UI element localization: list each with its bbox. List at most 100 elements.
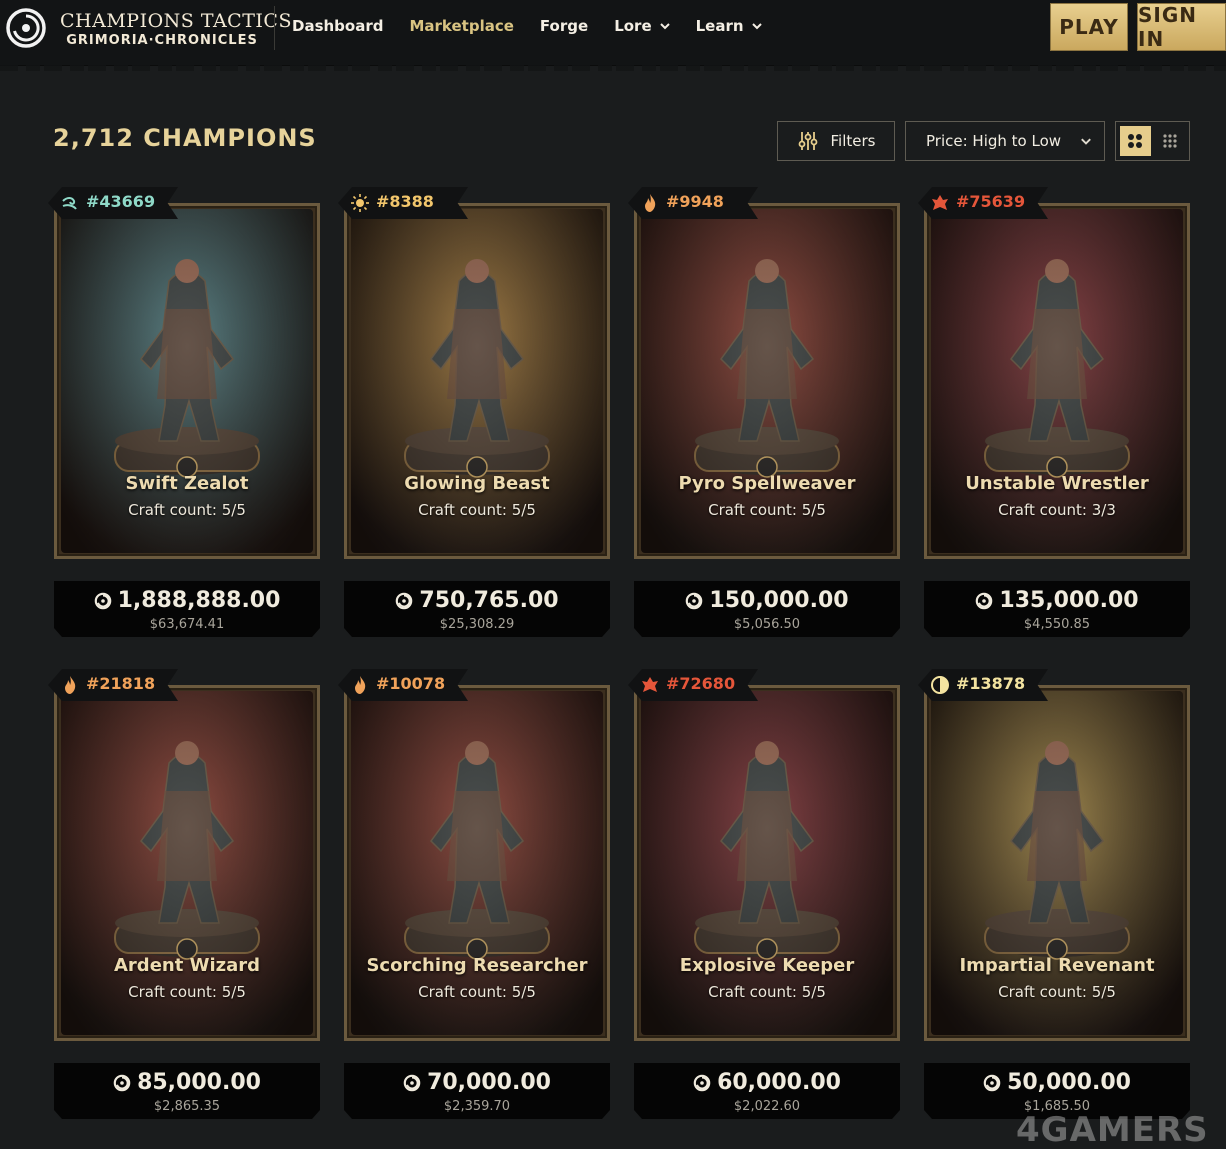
fire-element-icon [65, 676, 76, 694]
craft-count: Craft count: 3/3 [998, 501, 1116, 519]
ubisoft-token-icon [983, 1074, 1001, 1091]
nav-forge[interactable]: Forge [540, 17, 588, 35]
champion-card[interactable]: #9948 Pyro Spellweaver Craft count: 5/5 … [628, 187, 900, 637]
chaos-element-icon [932, 195, 948, 210]
chaos-element-icon [642, 677, 658, 692]
champion-name: Swift Zealot [125, 473, 249, 494]
price-box: 70,000.00 $2,359.70 [344, 1063, 610, 1119]
champion-name: Explosive Keeper [679, 955, 855, 976]
price-row: 150,000.00 [634, 588, 900, 613]
champion-card[interactable]: #13878 Impartial Revenant Craft count: 5… [918, 669, 1190, 1119]
ubisoft-token-icon [686, 592, 703, 609]
token-price: 750,765.00 [419, 588, 559, 613]
sign-in-button[interactable]: SIGN IN [1137, 3, 1226, 51]
nav-lore[interactable]: Lore [614, 17, 670, 35]
light-element-icon [351, 194, 369, 212]
balance-element-icon [931, 676, 949, 694]
champion-card[interactable]: #21818 Ardent Wizard Craft count: 5/5 85… [48, 669, 320, 1119]
champion-id-tag: #8388 [338, 187, 468, 219]
champion-name: Ardent Wizard [114, 955, 260, 976]
nav-marketplace[interactable]: Marketplace [409, 17, 513, 35]
header-divider [274, 6, 275, 50]
chevron-down-icon [659, 23, 670, 30]
ubisoft-token-icon [396, 592, 413, 609]
craft-count: Craft count: 5/5 [998, 983, 1116, 1001]
play-button[interactable]: PLAY [1050, 3, 1128, 51]
champion-name: Impartial Revenant [959, 955, 1155, 976]
small-grid-view-button[interactable] [1155, 126, 1186, 156]
champion-card[interactable]: #43669 Swift Zealot Craft count: 5/5 1,8… [48, 187, 320, 637]
champion-id-tag: #9948 [628, 187, 758, 219]
sort-select[interactable]: Price: High to Low [905, 121, 1105, 161]
chevron-down-icon [751, 23, 762, 30]
usd-price: $25,308.29 [439, 617, 515, 632]
fire-element-icon [355, 676, 366, 694]
sliders-icon [798, 132, 817, 150]
usd-price: $2,359.70 [443, 1099, 511, 1114]
nav-label: Dashboard [292, 17, 384, 35]
view-toggle [1115, 121, 1190, 161]
ubisoft-token-icon [403, 1074, 421, 1091]
token-price: 60,000.00 [717, 1070, 841, 1095]
token-price: 50,000.00 [1007, 1070, 1131, 1095]
brand-subtitle: GRIMORIA·CHRONICLES [66, 33, 258, 48]
champion-id-tag: #13878 [918, 669, 1048, 701]
champion-card[interactable]: #75639 Unstable Wrestler Craft count: 3/… [918, 187, 1190, 637]
large-grid-view-button[interactable] [1120, 126, 1151, 156]
craft-count: Craft count: 5/5 [128, 501, 246, 519]
champion-card[interactable]: #8388 Glowing Beast Craft count: 5/5 750… [338, 187, 610, 637]
champion-id: #13878 [956, 674, 1026, 693]
chevron-down-icon [1081, 138, 1091, 145]
champion-id-tag: #43669 [48, 187, 178, 219]
champion-card[interactable]: #10078 Scorching Researcher Craft count:… [338, 669, 610, 1119]
craft-count: Craft count: 5/5 [128, 983, 246, 1001]
top-header: CHAMPIONS TACTICS GRIMORIA·CHRONICLES Da… [0, 0, 1226, 71]
usd-price: $2,022.60 [733, 1099, 801, 1114]
price-box: 60,000.00 $2,022.60 [634, 1063, 900, 1119]
champion-card[interactable]: #72680 Explosive Keeper Craft count: 5/5… [628, 669, 900, 1119]
price-row: 750,765.00 [344, 588, 610, 613]
nav-label: Learn [695, 17, 744, 35]
brand-title: CHAMPIONS TACTICS [60, 10, 292, 32]
champion-name: Pyro Spellweaver [678, 473, 856, 494]
ubisoft-token-icon [693, 1074, 711, 1091]
champion-id: #43669 [86, 192, 156, 211]
usd-price: $4,550.85 [1023, 617, 1091, 632]
usd-price: $5,056.50 [733, 617, 801, 632]
champion-id-tag: #72680 [628, 669, 758, 701]
token-price: 150,000.00 [709, 588, 849, 613]
price-box: 750,765.00 $25,308.29 [344, 581, 610, 637]
price-row: 85,000.00 [54, 1070, 320, 1095]
nav-learn[interactable]: Learn [696, 17, 762, 35]
nav-dashboard[interactable]: Dashboard [292, 17, 383, 35]
champion-id-tag: #75639 [918, 187, 1048, 219]
ubisoft-logo-icon[interactable] [6, 8, 46, 48]
price-row: 70,000.00 [344, 1070, 610, 1095]
price-box: 85,000.00 $2,865.35 [54, 1063, 320, 1119]
champion-count-title: 2,712 CHAMPIONS [53, 124, 317, 152]
craft-count: Craft count: 5/5 [418, 983, 536, 1001]
champion-id: #9948 [666, 192, 724, 211]
craft-count: Craft count: 5/5 [708, 983, 826, 1001]
nav-label: Marketplace [409, 17, 514, 35]
champion-id-tag: #10078 [338, 669, 468, 701]
champion-name: Unstable Wrestler [965, 473, 1149, 494]
fire-element-icon [645, 194, 656, 212]
main-nav: Dashboard Marketplace Forge Lore Learn [292, 17, 788, 35]
watermark: 4GAMERS [1016, 1110, 1209, 1149]
champion-id: #10078 [376, 674, 446, 693]
champion-name: Scorching Researcher [366, 955, 588, 976]
filters-label: Filters [830, 132, 876, 150]
filters-button[interactable]: Filters [777, 121, 895, 161]
champion-id: #75639 [956, 192, 1026, 211]
sort-value: Price: High to Low [926, 132, 1062, 150]
air-element-icon [62, 197, 77, 210]
price-box: 1,888,888.00 $63,674.41 [54, 581, 320, 637]
brand-logo[interactable]: CHAMPIONS TACTICS GRIMORIA·CHRONICLES [60, 10, 292, 48]
champion-name: Glowing Beast [404, 473, 550, 494]
price-row: 50,000.00 [924, 1070, 1190, 1095]
price-row: 60,000.00 [634, 1070, 900, 1095]
champion-id: #21818 [86, 674, 156, 693]
craft-count: Craft count: 5/5 [418, 501, 536, 519]
small-grid-icon [1163, 134, 1177, 148]
